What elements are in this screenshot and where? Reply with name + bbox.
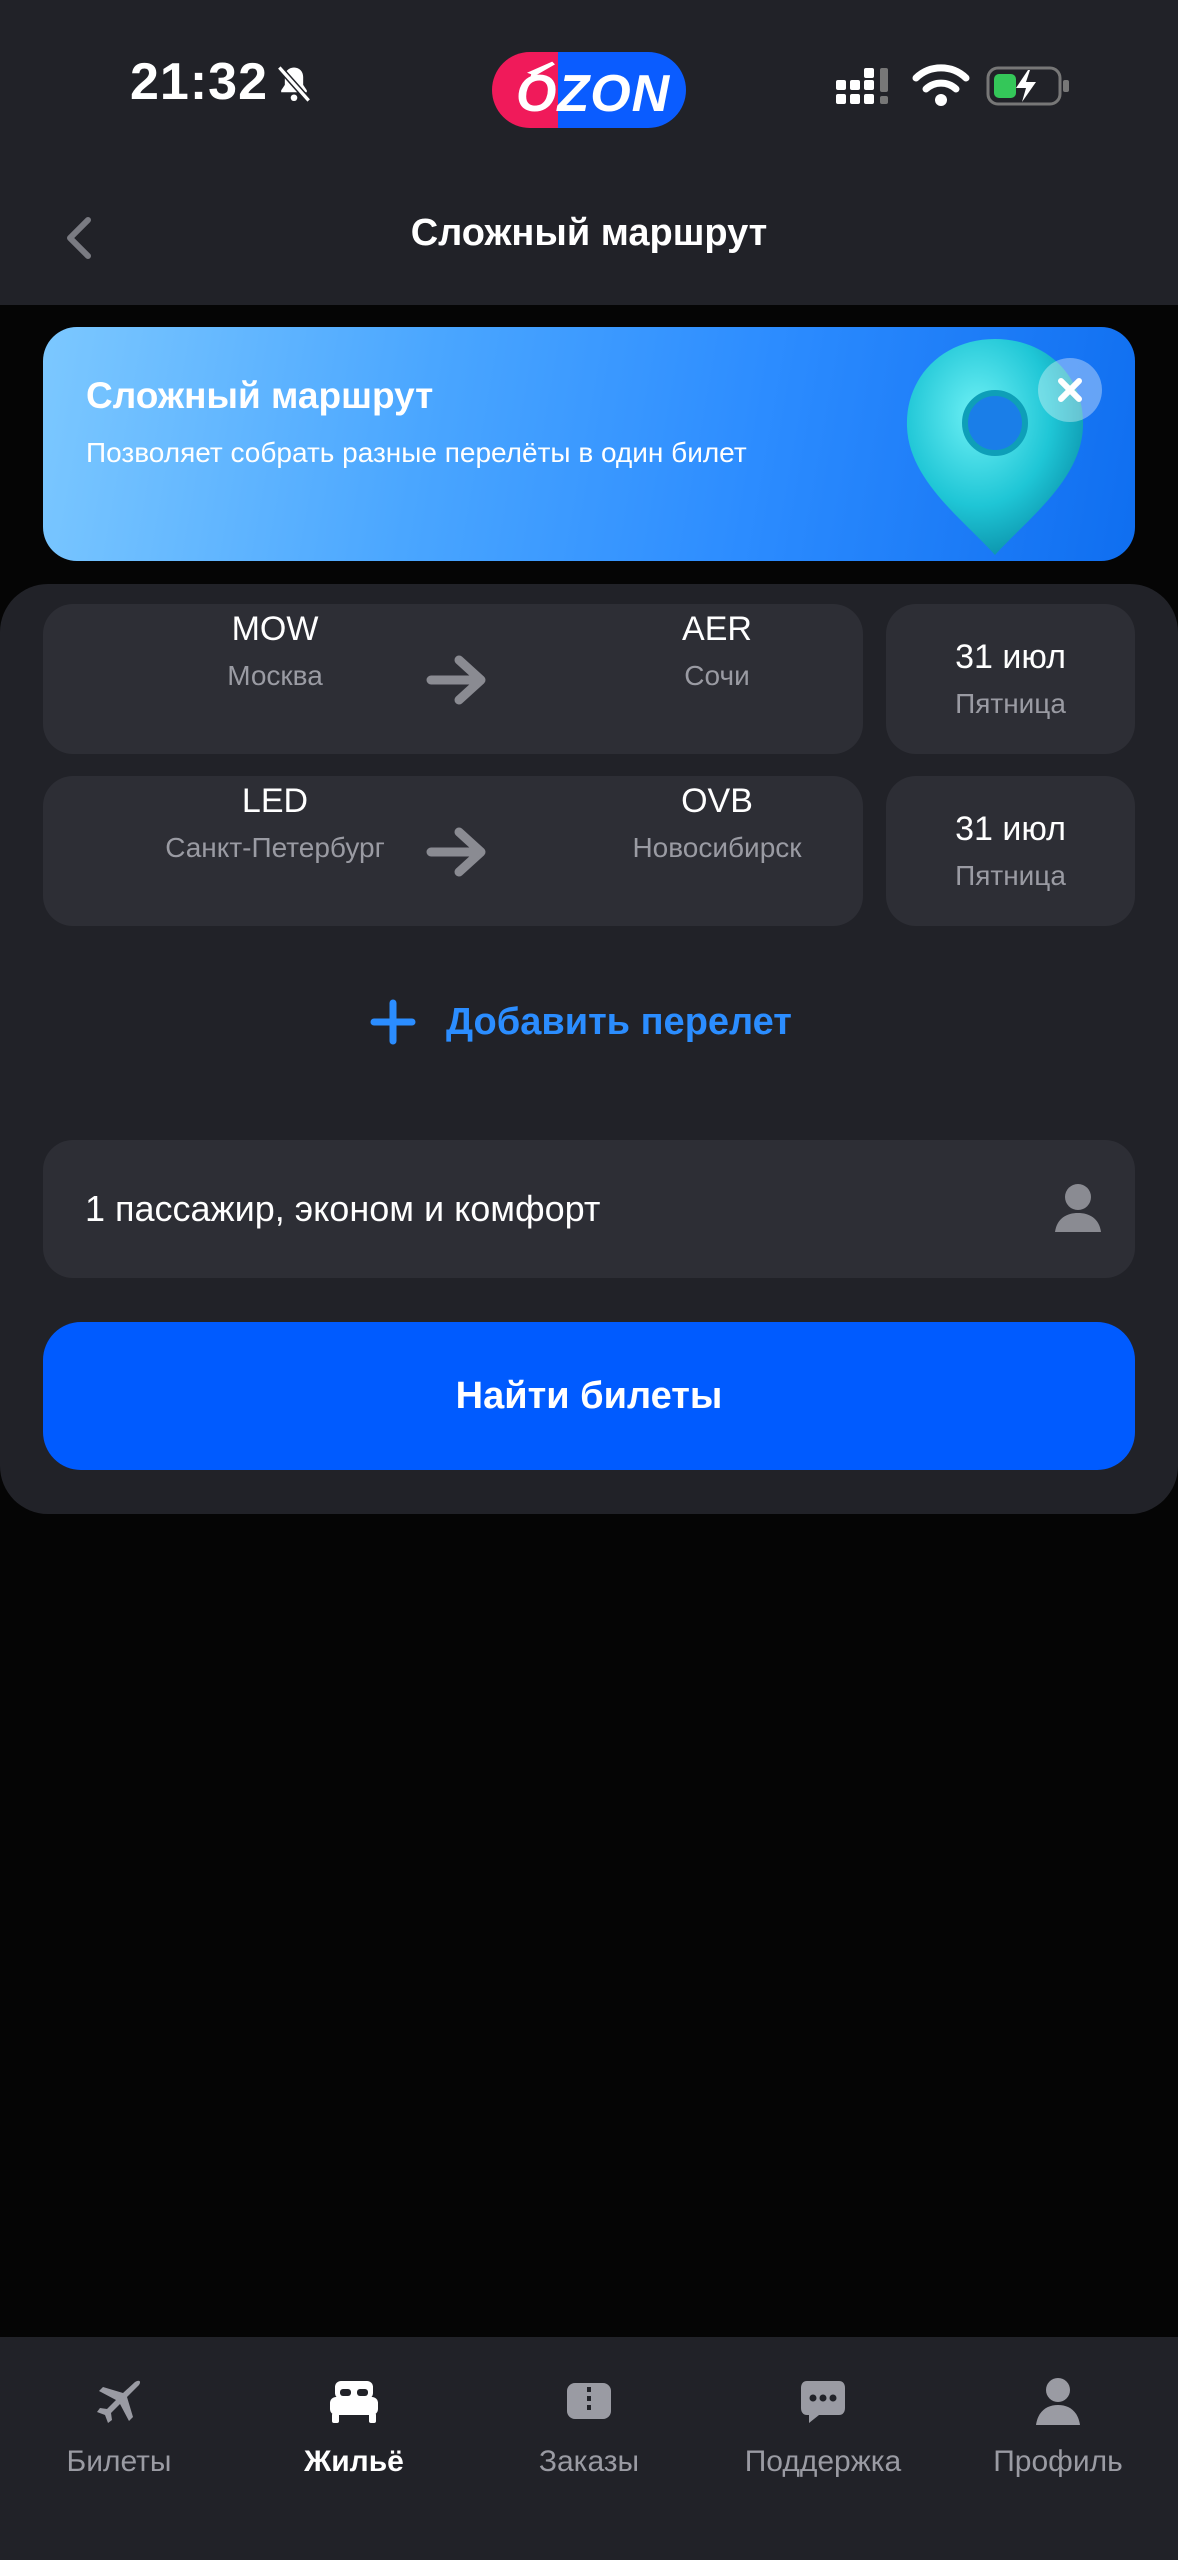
tab-label: Поддержка	[744, 2445, 902, 2478]
plane-logo-icon	[527, 61, 555, 82]
status-bar: 21:32 OZON	[0, 0, 1178, 170]
plus-icon	[370, 999, 416, 1045]
passengers-label: 1 пассажир, эконом и комфорт	[85, 1188, 601, 1229]
destination-code: OVB	[681, 782, 753, 820]
plane-icon	[97, 2380, 141, 2423]
tab-support[interactable]: Поддержка	[708, 2357, 938, 2507]
tab-label: Билеты	[66, 2445, 172, 2478]
promo-close-button[interactable]	[1038, 358, 1102, 422]
person-icon	[1055, 1184, 1101, 1232]
promo-title: Сложный маршрут	[86, 375, 434, 416]
date-day: 31 июл	[955, 638, 1066, 676]
navigation-header: Сложный маршрут	[0, 170, 1178, 305]
date-day: 31 июл	[955, 810, 1066, 848]
close-icon	[1058, 378, 1082, 402]
signal-icon	[836, 68, 888, 104]
promo-banner: Сложный маршрут Позволяет собрать разные…	[43, 327, 1135, 561]
destination-city: Новосибирск	[632, 832, 802, 863]
page-title: Сложный маршрут	[410, 212, 768, 254]
add-flight-label: Добавить перелет	[446, 1000, 792, 1043]
arrow-right-icon	[426, 655, 486, 705]
add-flight-button[interactable]: Добавить перелет	[370, 990, 792, 1054]
passengers-selector[interactable]: 1 пассажир, эконом и комфорт	[43, 1140, 1135, 1278]
route-date-1[interactable]: 31 июл Пятница	[886, 604, 1135, 754]
origin-code: LED	[241, 782, 309, 820]
search-tickets-button[interactable]: Найти билеты	[43, 1322, 1135, 1470]
date-weekday: Пятница	[955, 688, 1066, 719]
arrow-right-icon	[426, 827, 486, 877]
bottom-tab-bar: Билеты Жильё Заказы Поддержка Профиль	[0, 2337, 1178, 2560]
wifi-icon	[912, 64, 970, 106]
origin-code: MOW	[231, 610, 319, 648]
tab-label: Заказы	[538, 2445, 640, 2478]
destination-city: Сочи	[684, 660, 750, 691]
tab-label: Жильё	[304, 2445, 404, 2478]
origin-city: Санкт-Петербург	[165, 832, 385, 863]
ticket-icon	[567, 2383, 611, 2419]
route-segment-1[interactable]: MOW Москва AER Сочи	[43, 604, 863, 754]
route-segment-2[interactable]: LED Санкт-Петербург OVB Новосибирск	[43, 776, 863, 926]
tab-profile[interactable]: Профиль	[943, 2357, 1173, 2507]
chat-icon	[801, 2381, 845, 2423]
destination-code: AER	[682, 610, 752, 648]
profile-icon	[1036, 2378, 1080, 2425]
ozon-logo: OZON	[492, 52, 686, 128]
promo-subtitle: Позволяет собрать разные перелёты в один…	[86, 437, 747, 468]
status-time: 21:32	[130, 53, 268, 111]
tab-label: Профиль	[993, 2445, 1123, 2478]
date-weekday: Пятница	[955, 860, 1066, 891]
tab-housing[interactable]: Жильё	[239, 2357, 469, 2507]
route-date-2[interactable]: 31 июл Пятница	[886, 776, 1135, 926]
tab-orders[interactable]: Заказы	[474, 2357, 704, 2507]
bell-slash-icon	[277, 65, 311, 103]
origin-city: Москва	[227, 660, 323, 691]
battery-charging-icon	[986, 66, 1069, 106]
tab-tickets[interactable]: Билеты	[4, 2357, 234, 2507]
bed-icon	[330, 2381, 378, 2423]
